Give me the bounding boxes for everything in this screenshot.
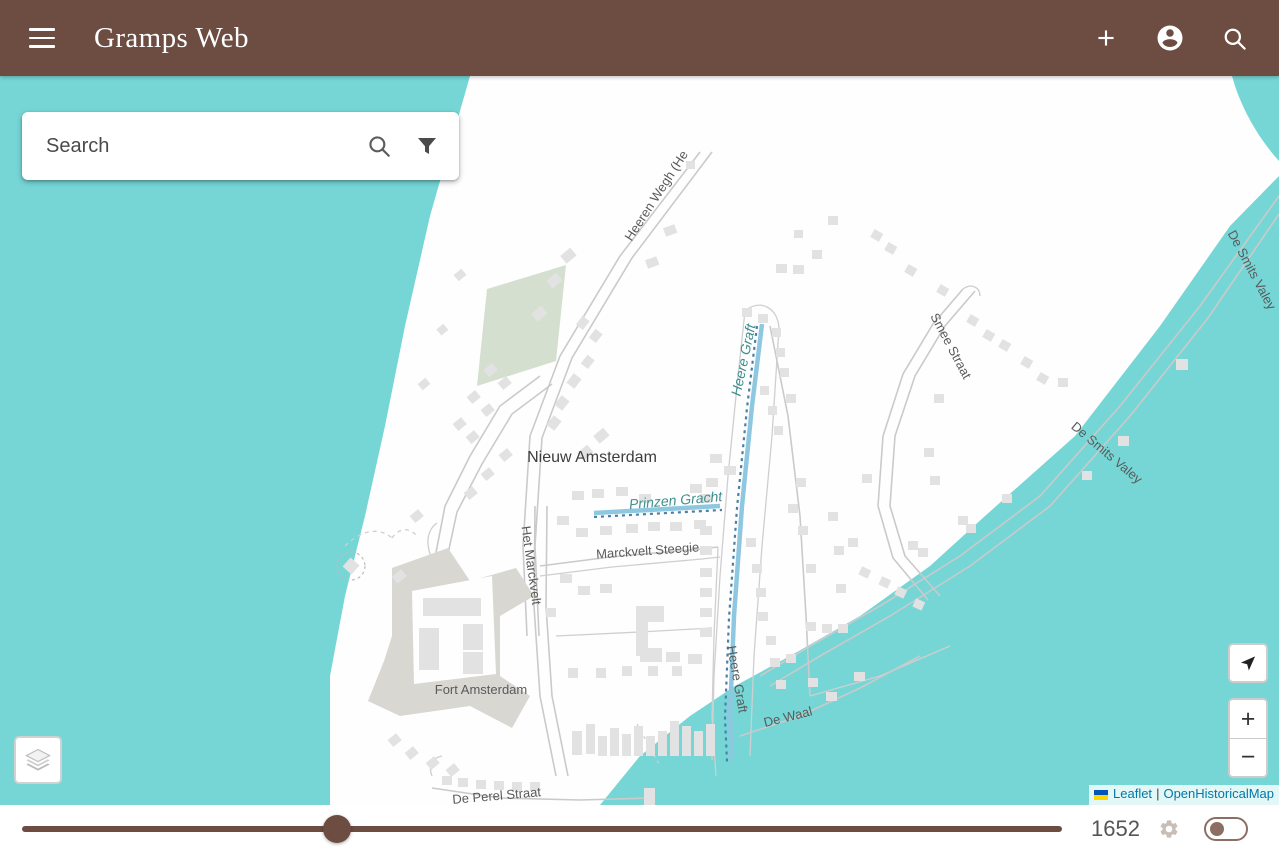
slider-track[interactable] xyxy=(22,826,1062,832)
animate-toggle[interactable] xyxy=(1204,817,1248,841)
menu-bar-2 xyxy=(29,36,55,40)
hamburger-menu-icon[interactable] xyxy=(18,14,66,62)
zoom-controls: + − xyxy=(1228,698,1268,778)
toggle-knob xyxy=(1210,822,1224,836)
year-value: 1652 xyxy=(1091,816,1140,841)
zoom-in-button[interactable]: + xyxy=(1230,700,1266,738)
page-title: Gramps Web xyxy=(94,21,249,54)
locate-arrow-icon[interactable] xyxy=(1228,643,1268,683)
search-input[interactable] xyxy=(46,134,355,158)
map-canvas[interactable]: .rd { fill:none; stroke:#cacaca; stroke-… xyxy=(0,76,1279,805)
leaflet-link[interactable]: Leaflet xyxy=(1113,786,1152,803)
year-slider[interactable] xyxy=(22,805,1062,853)
header-actions xyxy=(1085,17,1255,59)
map-tiles: .rd { fill:none; stroke:#cacaca; stroke-… xyxy=(0,76,1279,805)
map-label: Fort Amsterdam xyxy=(435,682,527,697)
search-icon[interactable] xyxy=(355,122,403,170)
layers-stack-icon[interactable] xyxy=(14,736,62,784)
account-circle-icon[interactable] xyxy=(1149,17,1191,59)
settings-gear-icon[interactable] xyxy=(1154,814,1184,844)
app-root: Gramps Web .rd { fill:none; xyxy=(0,0,1279,853)
filter-funnel-icon[interactable] xyxy=(403,122,451,170)
slider-thumb[interactable] xyxy=(323,815,352,843)
app-header: Gramps Web xyxy=(0,0,1279,76)
map-label: Nieuw Amsterdam xyxy=(527,449,657,466)
attribution-separator: | xyxy=(1156,786,1160,802)
menu-bar-1 xyxy=(29,27,55,31)
menu-bar-3 xyxy=(29,45,55,49)
search-icon[interactable] xyxy=(1213,17,1255,59)
ukraine-flag-icon xyxy=(1094,789,1109,800)
timeline-bar: 1652 xyxy=(0,805,1279,853)
search-card xyxy=(22,112,459,180)
provider-link[interactable]: OpenHistoricalMap xyxy=(1163,786,1274,803)
zoom-out-button[interactable]: − xyxy=(1230,738,1266,776)
plus-icon[interactable] xyxy=(1085,17,1127,59)
map-attribution: Leaflet | OpenHistoricalMap xyxy=(1089,785,1279,805)
